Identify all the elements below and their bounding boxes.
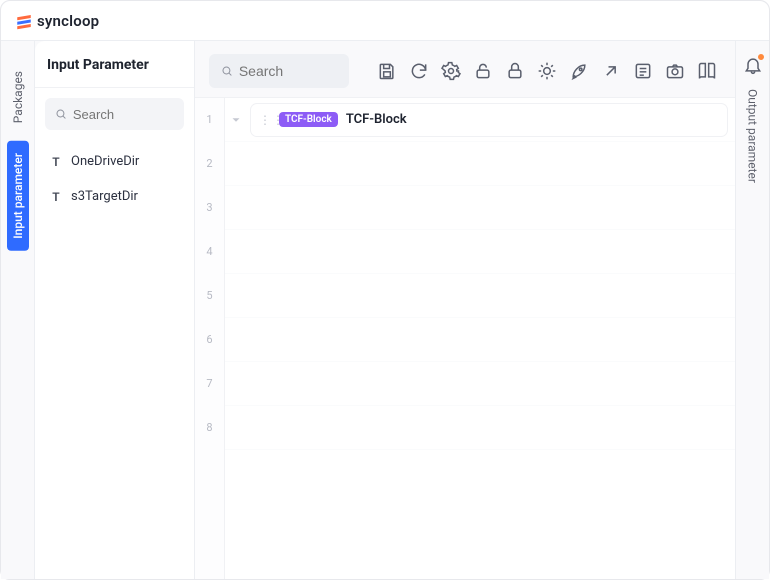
- line-number: 4: [195, 230, 224, 274]
- editor-rows: ⋮⋮ TCF-Block TCF-Block: [225, 98, 735, 579]
- unlock-icon[interactable]: [473, 61, 493, 81]
- editor-row: ⋮⋮ TCF-Block TCF-Block: [225, 98, 735, 142]
- line-number: 3: [195, 186, 224, 230]
- sidebar-title: Input Parameter: [35, 41, 194, 88]
- brand-name: syncloop: [37, 12, 99, 30]
- param-name: OneDriveDir: [71, 154, 139, 169]
- notifications-icon[interactable]: [743, 55, 763, 75]
- left-tab-input-parameter[interactable]: Input parameter: [7, 141, 29, 251]
- line-number: 1: [195, 98, 224, 142]
- param-name: s3TargetDir: [71, 189, 138, 204]
- editor-row: [225, 406, 735, 450]
- line-number: 5: [195, 274, 224, 318]
- line-number: 7: [195, 362, 224, 406]
- launch-icon[interactable]: [569, 61, 589, 81]
- editor-row: [225, 230, 735, 274]
- brand-logo: syncloop: [15, 12, 99, 30]
- drag-handle-icon[interactable]: ⋮⋮: [259, 113, 271, 127]
- main-search[interactable]: [209, 54, 349, 88]
- notification-dot: [758, 54, 764, 60]
- book-icon[interactable]: [697, 61, 717, 81]
- refresh-icon[interactable]: [409, 61, 429, 81]
- topbar: syncloop: [1, 1, 769, 41]
- line-number: 6: [195, 318, 224, 362]
- sidebar-search-input[interactable]: [73, 107, 174, 122]
- line-gutter: 12345678: [195, 98, 225, 579]
- block-label: TCF-Block: [346, 112, 407, 127]
- app-body: Packages Input parameter Input Parameter…: [1, 41, 769, 579]
- lock-icon[interactable]: [505, 61, 525, 81]
- sidebar-search[interactable]: [45, 98, 184, 130]
- main-header: [195, 41, 735, 97]
- param-item[interactable]: T s3TargetDir: [35, 179, 194, 214]
- debug-icon[interactable]: [537, 61, 557, 81]
- search-icon: [221, 64, 233, 78]
- list-icon[interactable]: [633, 61, 653, 81]
- param-list: T OneDriveDir T s3TargetDir: [35, 138, 194, 220]
- export-icon[interactable]: [601, 61, 621, 81]
- left-rail: Packages Input parameter: [1, 41, 35, 579]
- tcf-block-row[interactable]: ⋮⋮ TCF-Block TCF-Block: [251, 104, 727, 136]
- main-area: 12345678 ⋮⋮ TCF-Block TCF-Block: [195, 41, 735, 579]
- left-tab-packages[interactable]: Packages: [7, 59, 29, 135]
- app-frame: syncloop Packages Input parameter Input …: [0, 0, 770, 580]
- text-type-icon: T: [49, 190, 63, 204]
- editor-row: [225, 274, 735, 318]
- collapse-caret-icon[interactable]: [229, 113, 243, 127]
- editor: 12345678 ⋮⋮ TCF-Block TCF-Block: [195, 97, 735, 579]
- block-tag: TCF-Block: [279, 112, 338, 127]
- editor-row: [225, 318, 735, 362]
- text-type-icon: T: [49, 155, 63, 169]
- sidebar-panel: Input Parameter T OneDriveDir T s3Target…: [35, 41, 195, 579]
- search-icon: [55, 107, 67, 121]
- toolbar: [377, 61, 721, 81]
- settings-icon[interactable]: [441, 61, 461, 81]
- editor-row: [225, 186, 735, 230]
- save-icon[interactable]: [377, 61, 397, 81]
- editor-row: [225, 362, 735, 406]
- line-number: 8: [195, 406, 224, 450]
- main-search-input[interactable]: [239, 63, 337, 79]
- logo-mark-icon: [15, 12, 33, 30]
- line-number: 2: [195, 142, 224, 186]
- editor-row: [225, 142, 735, 186]
- right-tab-output-parameter[interactable]: Output parameter: [746, 89, 760, 183]
- param-item[interactable]: T OneDriveDir: [35, 144, 194, 179]
- camera-icon[interactable]: [665, 61, 685, 81]
- right-rail: Output parameter: [735, 41, 769, 579]
